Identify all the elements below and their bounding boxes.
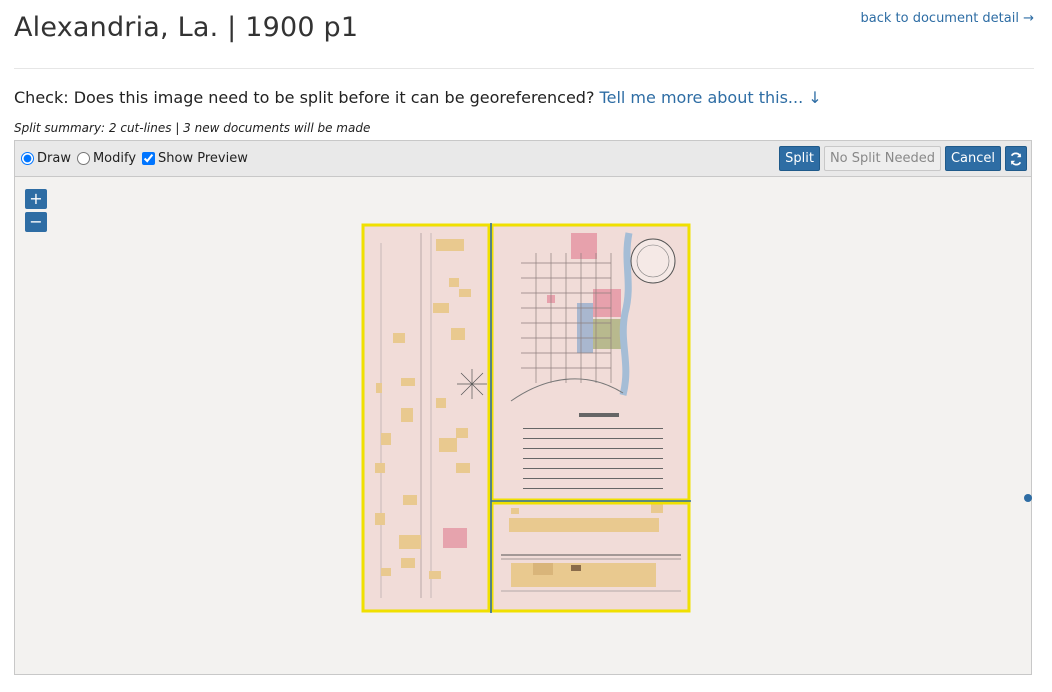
split-viewer: Draw Modify Show Preview Split No Split … — [14, 140, 1032, 675]
page-title: Alexandria, La. | 1900 p1 — [14, 12, 359, 43]
split-question: Check: Does this image need to be split … — [14, 88, 822, 107]
toolbar-actions: Split No Split Needed Cancel — [779, 146, 1027, 171]
split-button[interactable]: Split — [779, 146, 820, 171]
no-split-needed-button[interactable]: No Split Needed — [823, 146, 941, 171]
zoom-out-button[interactable]: − — [25, 212, 47, 232]
cut-line-endpoint-handle[interactable] — [1023, 493, 1033, 503]
modify-label: Modify — [92, 151, 137, 166]
modify-radio[interactable] — [76, 152, 90, 165]
cancel-button[interactable]: Cancel — [944, 146, 1001, 171]
sanborn-map-image — [361, 223, 691, 613]
map-canvas[interactable]: + − — [15, 177, 1033, 674]
modify-option[interactable]: Modify — [75, 151, 136, 166]
refresh-icon — [1010, 151, 1022, 166]
draw-radio[interactable] — [21, 152, 34, 165]
question-text: Check: Does this image need to be split … — [14, 88, 595, 107]
viewer-toolbar: Draw Modify Show Preview Split No Split … — [15, 141, 1031, 177]
refresh-button[interactable] — [1005, 146, 1027, 171]
tell-me-more-link[interactable]: Tell me more about this... ↓ — [600, 88, 822, 107]
split-summary: Split summary: 2 cut-lines | 3 new docum… — [14, 121, 371, 135]
draw-option[interactable]: Draw — [19, 151, 71, 166]
header-divider — [14, 68, 1034, 69]
show-preview-checkbox[interactable] — [142, 152, 156, 165]
show-preview-option[interactable]: Show Preview — [140, 151, 248, 166]
zoom-in-button[interactable]: + — [25, 189, 47, 209]
draw-label: Draw — [37, 151, 71, 166]
back-to-document-link[interactable]: back to document detail → — [861, 11, 1035, 26]
show-preview-label: Show Preview — [158, 151, 248, 166]
